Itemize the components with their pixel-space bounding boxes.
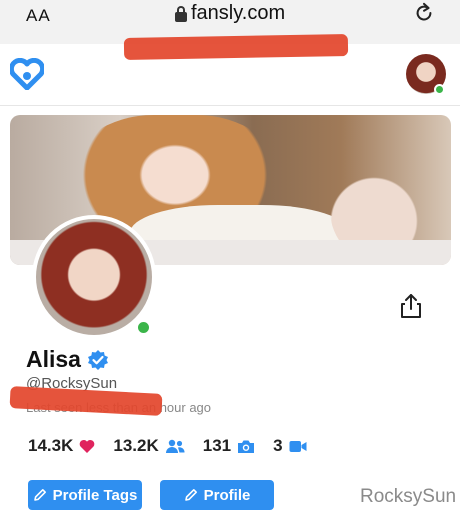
watermark-text: RocksySun (360, 486, 457, 507)
lock-icon (175, 5, 187, 22)
likes-stat[interactable]: 14.3K (28, 436, 95, 456)
verified-badge-icon (87, 349, 108, 370)
profile-label: Profile (203, 486, 251, 504)
profile-avatar[interactable] (32, 215, 156, 339)
profile-tags-button[interactable]: Profile Tags (28, 480, 142, 510)
online-indicator (136, 320, 151, 335)
profile-stats: 14.3K 13.2K 131 3 (28, 436, 325, 456)
followers-stat[interactable]: 13.2K (113, 436, 185, 456)
profile-tags-label: Profile Tags (52, 486, 138, 504)
followers-count: 13.2K (113, 436, 159, 455)
likes-count: 14.3K (28, 436, 74, 455)
fansly-heart-logo-icon[interactable] (10, 58, 44, 90)
address-field[interactable]: fansly.com (175, 2, 285, 25)
followers-icon (165, 439, 185, 453)
redaction-mark (123, 34, 349, 60)
photos-count: 131 (202, 436, 232, 455)
share-icon[interactable] (400, 293, 422, 319)
reload-icon[interactable] (413, 2, 435, 24)
profile-name: Alisa (26, 346, 81, 372)
online-indicator (434, 84, 445, 95)
text-size-button[interactable]: AA (26, 6, 51, 26)
video-icon (289, 440, 307, 452)
profile-name-row: Alisa (26, 346, 109, 373)
videos-count: 3 (273, 436, 283, 455)
pencil-icon (33, 489, 46, 501)
profile-button[interactable]: Profile (160, 480, 274, 510)
url-text: fansly.com (191, 2, 286, 24)
photos-stat[interactable]: 131 (203, 436, 255, 456)
videos-stat[interactable]: 3 (273, 436, 307, 456)
pencil-icon (184, 489, 197, 501)
heart-icon (80, 439, 95, 453)
camera-icon (238, 440, 255, 453)
